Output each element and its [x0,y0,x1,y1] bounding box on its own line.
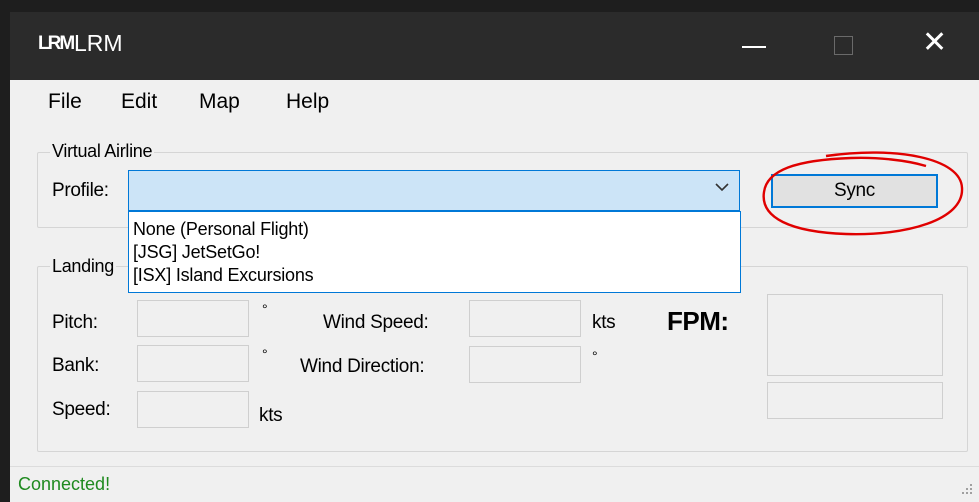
minimize-button[interactable] [740,26,780,66]
profile-dropdown-list: None (Personal Flight) [JSG] JetSetGo! [… [128,211,741,293]
pitch-degree-unit: ° [262,301,268,317]
option-none-personal-flight[interactable]: None (Personal Flight) [133,218,309,240]
speed-label: Speed: [52,399,111,420]
status-bar [10,466,979,502]
chevron-down-icon[interactable] [715,180,729,194]
option-isx-island-excursions[interactable]: [ISX] Island Excursions [133,264,314,286]
wind-speed-field[interactable] [469,300,581,337]
wind-speed-kts-unit: kts [592,312,616,333]
virtual-airline-group-label: Virtual Airline [50,141,155,162]
wind-direction-degree-unit: ° [592,348,598,364]
landing-group-label: Landing [50,256,116,277]
app-logo-icon: LRM [38,33,75,54]
wind-direction-label: Wind Direction: [300,356,425,377]
profile-dropdown[interactable] [128,170,740,211]
wind-direction-field[interactable] [469,346,581,383]
close-button[interactable]: ✕ [922,28,947,58]
menu-file[interactable]: File [48,90,82,114]
menu-edit[interactable]: Edit [121,90,157,114]
fpm-field[interactable] [767,294,943,376]
red-circle-annotation [762,151,964,236]
wind-speed-label: Wind Speed: [323,312,429,333]
profile-label: Profile: [52,180,109,201]
speed-field[interactable] [137,391,249,428]
option-jsg-jetsetgo[interactable]: [JSG] JetSetGo! [133,241,260,263]
fpm-secondary-field[interactable] [767,382,943,419]
resize-grip-icon[interactable] [958,480,974,496]
pitch-field[interactable] [137,300,249,337]
bank-field[interactable] [137,345,249,382]
status-text: Connected! [18,474,111,494]
menu-help[interactable]: Help [286,90,329,114]
window-title: LRM [74,30,123,56]
menu-map[interactable]: Map [199,90,240,114]
bank-label: Bank: [52,355,100,376]
speed-kts-unit: kts [259,405,283,426]
fpm-label: FPM: [667,306,729,336]
pitch-label: Pitch: [52,312,98,333]
maximize-button [834,36,853,55]
bank-degree-unit: ° [262,346,268,362]
